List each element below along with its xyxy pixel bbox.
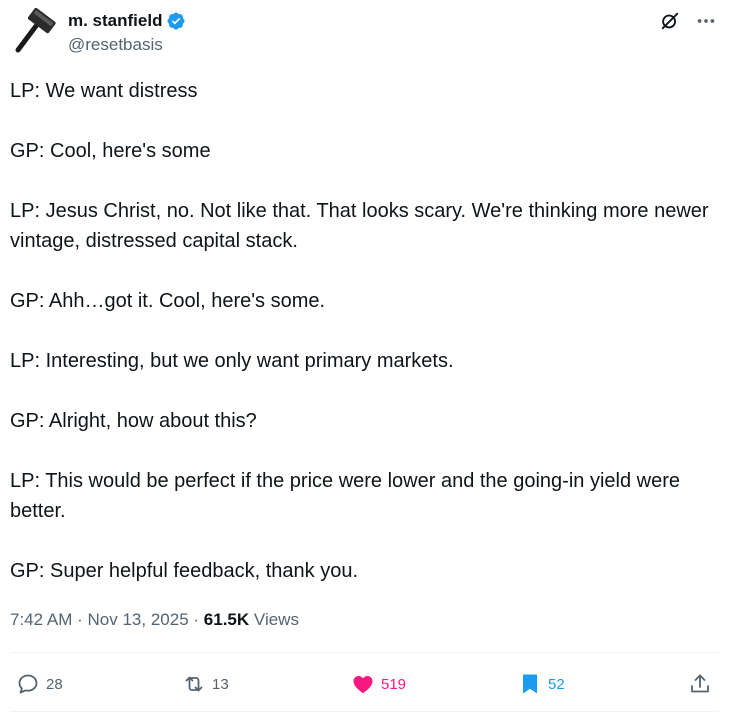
- views-count: 61.5K: [203, 610, 250, 629]
- tweet-paragraph: GP: Ahh…got it. Cool, here's some.: [10, 290, 326, 312]
- bookmark-icon: [523, 674, 537, 694]
- tweet-time[interactable]: 7:42 AM: [10, 610, 72, 629]
- repost-count: 13: [212, 675, 229, 693]
- tweet-paragraph: GP: Alright, how about this?: [10, 410, 257, 432]
- user-info[interactable]: m. stanfield @resetbasis: [68, 10, 186, 56]
- user-handle[interactable]: @resetbasis: [68, 34, 186, 56]
- name-row: m. stanfield: [68, 10, 186, 32]
- meta-separator: ·: [193, 610, 200, 629]
- tweet-paragraph: GP: Cool, here's some: [10, 140, 211, 162]
- like-button[interactable]: 519: [351, 666, 406, 702]
- share-button[interactable]: [688, 666, 712, 702]
- tweet-paragraph: LP: This would be perfect if the price w…: [10, 470, 680, 522]
- action-bar: 28 13 519 52: [10, 666, 719, 702]
- repost-icon: [185, 676, 203, 692]
- tweet-date[interactable]: Nov 13, 2025: [88, 610, 189, 629]
- bookmark-button[interactable]: 52: [518, 666, 565, 702]
- tweet-paragraph: LP: Interesting, but we only want primar…: [10, 350, 454, 372]
- display-name[interactable]: m. stanfield: [68, 10, 162, 32]
- bookmark-count: 52: [548, 675, 565, 693]
- share-icon: [691, 674, 709, 693]
- divider: [10, 652, 719, 653]
- tweet-card: m. stanfield @resetbasis LP: We want dis…: [0, 0, 733, 714]
- heart-icon: [353, 676, 373, 694]
- reply-icon: [18, 674, 38, 694]
- tweet-paragraph: GP: Super helpful feedback, thank you.: [10, 560, 358, 582]
- repost-button[interactable]: 13: [182, 666, 229, 702]
- like-count: 519: [381, 675, 407, 693]
- reply-button[interactable]: 28: [16, 666, 63, 702]
- meta-separator: ·: [77, 610, 83, 629]
- grok-icon[interactable]: [659, 10, 681, 32]
- reply-count: 28: [46, 675, 63, 693]
- tweet-header: m. stanfield @resetbasis: [10, 6, 723, 58]
- tweet-metadata: 7:42 AM · Nov 13, 2025 · 61.5K Views: [10, 607, 299, 633]
- more-options-icon[interactable]: [695, 10, 717, 32]
- sledgehammer-icon: [15, 7, 56, 53]
- tweet-paragraph: LP: We want distress: [10, 80, 198, 102]
- header-actions: [659, 10, 717, 32]
- tweet-text: LP: We want distress GP: Cool, here's so…: [10, 76, 710, 586]
- avatar[interactable]: [12, 7, 56, 54]
- verified-badge-icon: [166, 11, 186, 31]
- tweet-paragraph: LP: Jesus Christ, no. Not like that. Tha…: [10, 200, 709, 252]
- views-label: Views: [253, 610, 299, 629]
- divider: [10, 711, 719, 712]
